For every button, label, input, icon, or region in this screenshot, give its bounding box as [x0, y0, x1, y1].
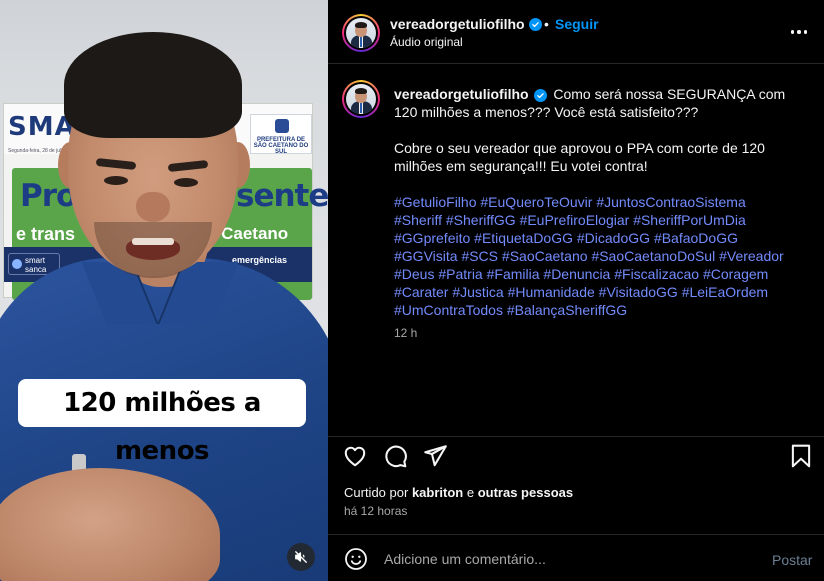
hashtag-link[interactable]: #Familia: [487, 266, 540, 282]
author-avatar[interactable]: [342, 14, 380, 52]
hashtag-link[interactable]: #SCS: [461, 248, 498, 264]
hashtag-link[interactable]: #SheriffPorUmDia: [633, 212, 746, 228]
share-icon[interactable]: [422, 443, 448, 469]
post-age[interactable]: há 12 horas: [344, 504, 407, 518]
hashtag-link[interactable]: #VisitadoGG: [599, 284, 678, 300]
hashtag-link[interactable]: #Vereador: [719, 248, 784, 264]
hashtag-link[interactable]: #SaoCaetano: [502, 248, 588, 264]
comment-compose-bar: Postar: [328, 534, 824, 581]
caption-author-avatar[interactable]: [342, 80, 380, 118]
hashtag-link[interactable]: #GGVisita: [394, 248, 458, 264]
hashtag-link[interactable]: #Denuncia: [543, 266, 610, 282]
caption-username[interactable]: vereadorgetuliofilho: [394, 86, 529, 102]
hashtag-link[interactable]: #Patria: [438, 266, 482, 282]
liked-by-others-link[interactable]: outras pessoas: [478, 485, 573, 500]
emoji-icon[interactable]: [344, 547, 368, 571]
hashtag-link[interactable]: #EtiquetaDoGG: [474, 230, 573, 246]
hashtag-link[interactable]: #Humanidade: [508, 284, 595, 300]
hashtag-link[interactable]: #JuntosContraoSistema: [596, 194, 745, 210]
original-audio-link[interactable]: Áudio original: [390, 35, 463, 49]
liked-by-text: Curtido por kabriton e outras pessoas: [344, 485, 574, 500]
action-bar: [328, 436, 824, 472]
hashtag-link[interactable]: #Carater: [394, 284, 448, 300]
hashtag-link[interactable]: #DicadoGG: [577, 230, 650, 246]
hashtag-link[interactable]: #BalançaSheriffGG: [507, 302, 627, 318]
hashtag-link[interactable]: #UmContraTodos: [394, 302, 503, 318]
post-caption-area: vereadorgetuliofilho Como será nossa SEG…: [328, 65, 824, 435]
hashtag-link[interactable]: #Fiscalizacao: [614, 266, 699, 282]
hashtag-link[interactable]: #BafaoDoGG: [654, 230, 738, 246]
author-username[interactable]: vereadorgetuliofilho: [390, 16, 542, 32]
bookmark-icon[interactable]: [788, 443, 814, 469]
mute-toggle-button[interactable]: [287, 543, 315, 571]
heart-icon[interactable]: [342, 443, 368, 469]
separator-dot: •: [544, 16, 549, 32]
hashtag-list: #GetulioFilho #EuQueroTeOuvir #JuntosCon…: [394, 193, 794, 319]
more-options-icon[interactable]: [786, 22, 812, 42]
post-header: vereadorgetuliofilho • Seguir Áudio orig…: [328, 0, 824, 64]
hashtag-link[interactable]: #Justica: [452, 284, 503, 300]
hashtag-link[interactable]: #EuQueroTeOuvir: [480, 194, 592, 210]
reel-video[interactable]: SMA Segunda-feira, 28 de julho de 2025 P…: [0, 0, 328, 581]
hashtag-link[interactable]: #SaoCaetanoDoSul: [591, 248, 715, 264]
hashtag-link[interactable]: #GGprefeito: [394, 230, 470, 246]
hashtag-link[interactable]: #Coragem: [703, 266, 768, 282]
hashtag-link[interactable]: #LeiEaOrdem: [682, 284, 768, 300]
caption-body: vereadorgetuliofilho Como será nossa SEG…: [394, 85, 794, 337]
hashtag-link[interactable]: #GetulioFilho: [394, 194, 477, 210]
post-panel: vereadorgetuliofilho • Seguir Áudio orig…: [328, 0, 824, 581]
verified-badge-icon: [534, 89, 548, 102]
comment-input[interactable]: [384, 549, 764, 569]
hashtag-link[interactable]: #Deus: [394, 266, 434, 282]
caption-paragraph-2: Cobre o seu vereador que aprovou o PPA c…: [394, 140, 765, 174]
comment-icon[interactable]: [382, 443, 408, 469]
follow-button[interactable]: Seguir: [555, 16, 599, 32]
speaker-muted-icon: [295, 551, 307, 563]
liked-by-user[interactable]: kabriton: [412, 485, 463, 500]
verified-badge-icon: [528, 17, 542, 31]
post-time[interactable]: 12 h: [394, 326, 417, 340]
video-caption-overlay: 120 milhões a menos: [18, 379, 306, 466]
speaker-person: [0, 0, 328, 581]
hashtag-link[interactable]: #Sheriff: [394, 212, 442, 228]
post-comment-button[interactable]: Postar: [772, 552, 812, 568]
hashtag-link[interactable]: #SheriffGG: [446, 212, 516, 228]
hashtag-link[interactable]: #EuPrefiroElogiar: [520, 212, 630, 228]
